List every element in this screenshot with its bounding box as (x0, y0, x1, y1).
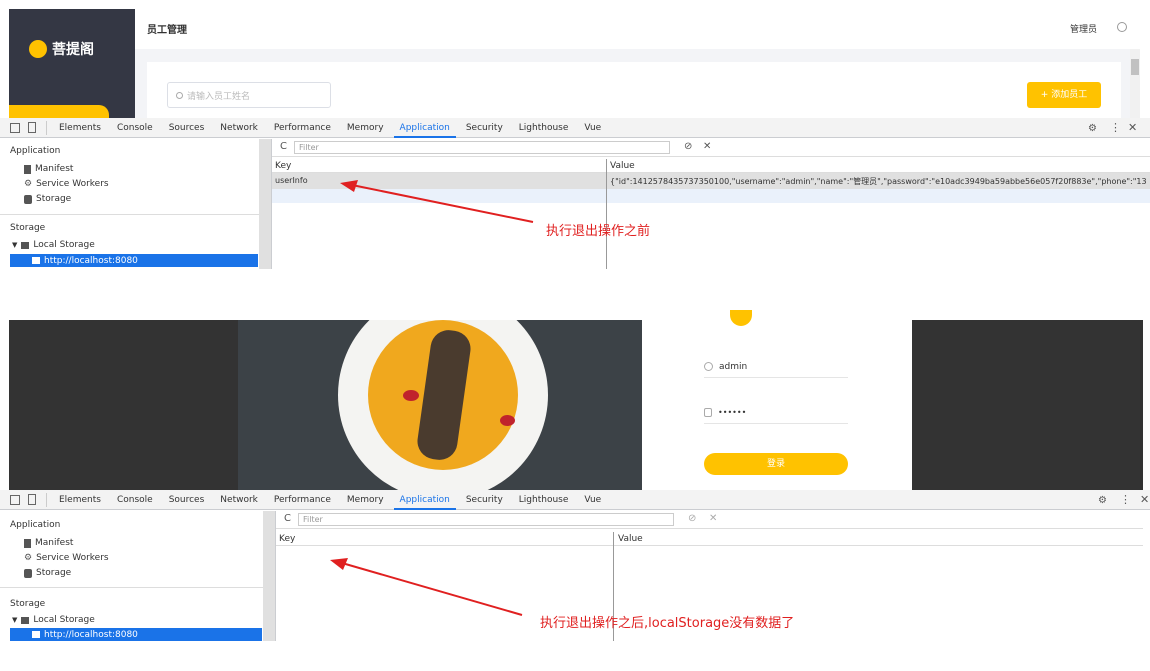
annotation-after: 执行退出操作之后,localStorage没有数据了 (540, 616, 795, 631)
bottom-screenshot: admin •••••• 登录 Elements Console Sources… (0, 310, 1150, 671)
top-screenshot: 菩提阁 员工管理 管理员 请输入员工姓名 + 添加员工 Elements Con… (0, 0, 1150, 272)
annotation-before: 执行退出操作之前 (546, 224, 651, 239)
